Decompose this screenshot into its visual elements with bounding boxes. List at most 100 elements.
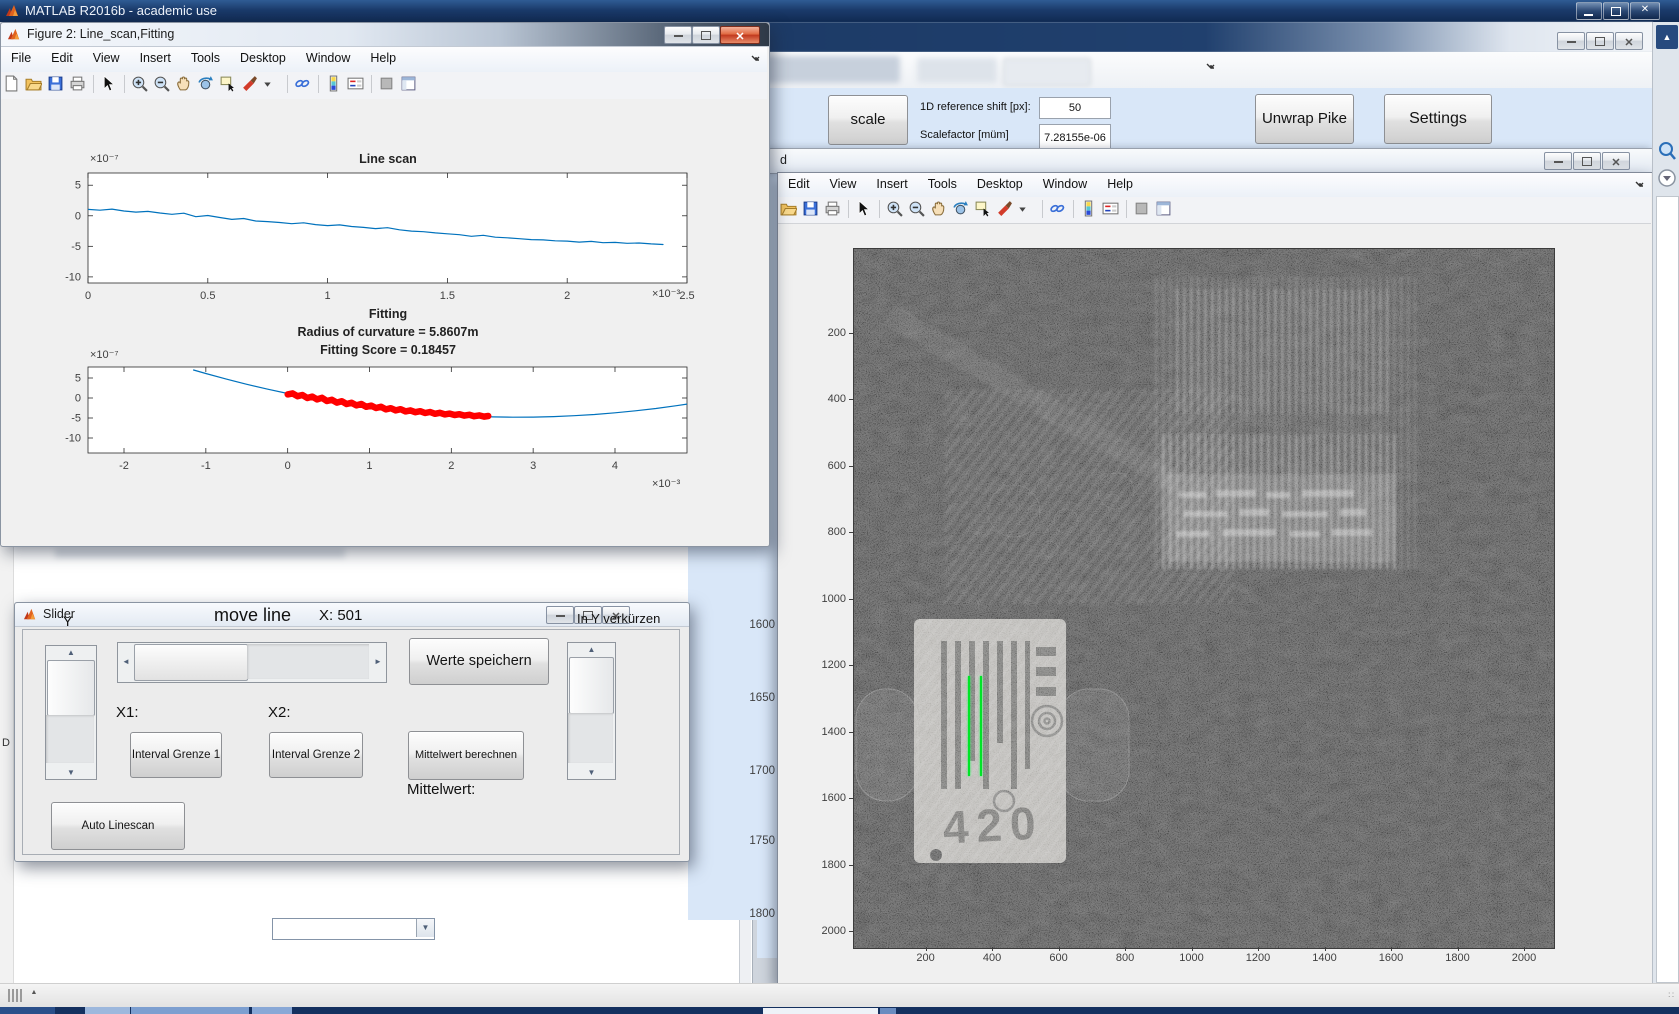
shorten-y-slider[interactable]: ▲ ▼ (567, 642, 616, 780)
zoom-out-icon[interactable] (153, 75, 172, 94)
image-window-close-button[interactable]: ✕ (1602, 152, 1630, 170)
menu-view[interactable]: View (83, 47, 130, 71)
taskbar-item[interactable] (880, 1008, 896, 1014)
werte-speichern-button[interactable]: Werte speichern (409, 638, 549, 685)
shorten-y-slider-track[interactable] (568, 713, 613, 763)
taskbar-item[interactable] (85, 1007, 130, 1014)
link-plots-icon[interactable] (294, 75, 313, 94)
data-cursor-icon[interactable] (219, 75, 238, 94)
rotate-3d-icon[interactable] (197, 75, 216, 94)
image-window-titlebar[interactable]: d ✕ (768, 148, 1654, 174)
interval-grenze1-button[interactable]: Interval Grenze 1 (130, 732, 222, 778)
mittelwert-berechnen-button[interactable]: Mittelwert berechnen (408, 731, 524, 780)
main-close-button[interactable]: ✕ (1630, 2, 1660, 20)
linescan-plot[interactable]: 5 0 -5 -10 0 0.5 1 1.5 2 2.5 (65, 160, 700, 305)
unwrap-pike-button[interactable]: Unwrap Pike (1255, 94, 1354, 144)
link-plots-icon[interactable] (1049, 200, 1068, 219)
fitting-plot[interactable]: 50-5-10-2 -1 0 1 2 3 4 (65, 360, 700, 510)
menu-desktop[interactable]: Desktop (230, 47, 296, 71)
hide-plot-tools-icon[interactable] (1133, 200, 1152, 219)
insert-colorbar-icon[interactable] (325, 75, 344, 94)
print-icon[interactable] (69, 75, 88, 94)
menu-tools[interactable]: Tools (918, 173, 967, 197)
circle-chevron-down-icon[interactable] (1657, 168, 1677, 188)
pan-hand-icon[interactable] (175, 75, 194, 94)
brush-icon[interactable] (241, 75, 260, 94)
interval-grenze2-button[interactable]: Interval Grenze 2 (269, 732, 363, 778)
ref-shift-input[interactable]: 50 (1039, 97, 1111, 119)
move-line-slider-thumb[interactable] (134, 644, 248, 681)
menu-window[interactable]: Window (296, 47, 360, 71)
figure2-close-button[interactable]: ✕ (720, 26, 760, 44)
arrow-cursor-icon[interactable] (100, 75, 119, 94)
dropdown-caret-icon[interactable] (263, 75, 282, 94)
linescan-marker-line[interactable] (968, 675, 971, 776)
insert-colorbar-icon[interactable] (1080, 200, 1099, 219)
move-line-slider[interactable]: ◄ ► (117, 642, 387, 683)
menu-tools[interactable]: Tools (181, 47, 230, 71)
taskbar-item[interactable] (131, 1007, 249, 1014)
figure2-maximize-button[interactable] (692, 26, 720, 44)
open-folder-icon[interactable] (25, 75, 44, 94)
slider-up-arrow-icon[interactable]: ▲ (46, 648, 96, 657)
scalefactor-input[interactable]: 7.28155e-06 (1039, 124, 1111, 150)
menu-insert[interactable]: Insert (130, 47, 181, 71)
arrow-cursor-icon[interactable] (855, 200, 874, 219)
search-icon[interactable] (1657, 140, 1677, 162)
taskbar-item[interactable] (252, 1007, 292, 1014)
slider-minimize-button[interactable] (546, 606, 574, 624)
settings-button[interactable]: Settings (1384, 94, 1492, 144)
y-slider-thumb[interactable] (47, 660, 95, 716)
menu-edit[interactable]: Edit (778, 173, 820, 197)
collapse-panel-icon[interactable]: ▲ (1656, 25, 1678, 49)
menu-file[interactable]: File (1, 47, 41, 71)
rotate-3d-icon[interactable] (952, 200, 971, 219)
show-plot-tools-icon[interactable] (400, 75, 419, 94)
new-doc-icon[interactable] (3, 75, 22, 94)
menu-insert[interactable]: Insert (866, 173, 917, 197)
image-window-minimize-button[interactable] (1544, 152, 1572, 170)
print-icon[interactable] (824, 200, 843, 219)
scale-button[interactable]: scale (828, 95, 908, 145)
windows-taskbar[interactable] (0, 1007, 1679, 1014)
brush-icon[interactable] (996, 200, 1015, 219)
insert-legend-icon[interactable] (347, 75, 366, 94)
y-slider[interactable]: ▲ ▼ (45, 645, 97, 780)
zoom-out-icon[interactable] (908, 200, 927, 219)
main-minimize-button[interactable] (1576, 2, 1602, 20)
taskbar-item-active[interactable] (763, 1008, 878, 1014)
menu-desktop[interactable]: Desktop (967, 173, 1033, 197)
shorten-y-slider-thumb[interactable] (569, 657, 614, 714)
slider-window[interactable]: Slider ✕ Y move line X: 501 In Y verkürz… (14, 602, 690, 862)
gui-maximize-button[interactable] (1586, 32, 1614, 50)
hide-plot-tools-icon[interactable] (378, 75, 397, 94)
taskbar-start-area[interactable] (0, 1007, 55, 1014)
camera-image[interactable]: 420 (853, 248, 1555, 949)
linescan-marker-line[interactable] (980, 675, 983, 776)
figure2-minimize-button[interactable] (664, 26, 692, 44)
data-cursor-icon[interactable] (974, 200, 993, 219)
auto-linescan-button[interactable]: Auto Linescan (51, 802, 185, 850)
menu-help[interactable]: Help (360, 47, 406, 71)
open-folder-icon[interactable] (780, 200, 799, 219)
slider-left-arrow-icon[interactable]: ◄ (120, 657, 132, 666)
sidebar-scrollbar[interactable] (1656, 196, 1679, 983)
history-dropdown[interactable]: ▼ (272, 918, 435, 940)
statusbar-grip-icon[interactable]: ▲ (8, 989, 37, 1007)
pan-hand-icon[interactable] (930, 200, 949, 219)
menubar-overflow-icon[interactable] (1634, 180, 1645, 190)
menu-help[interactable]: Help (1097, 173, 1143, 197)
menu-view[interactable]: View (820, 173, 867, 197)
show-plot-tools-icon[interactable] (1155, 200, 1174, 219)
y-slider-track[interactable] (46, 715, 94, 763)
dropdown-arrow-icon[interactable]: ▼ (416, 919, 434, 937)
slider-down-arrow-icon[interactable]: ▼ (46, 768, 96, 777)
menubar-overflow-icon[interactable] (750, 54, 761, 64)
image-window-maximize-button[interactable] (1573, 152, 1601, 170)
save-icon[interactable] (47, 75, 66, 94)
zoom-in-icon[interactable] (131, 75, 150, 94)
menu-edit[interactable]: Edit (41, 47, 83, 71)
menu-window[interactable]: Window (1033, 173, 1097, 197)
dropdown-caret-icon[interactable] (1018, 200, 1037, 219)
insert-legend-icon[interactable] (1102, 200, 1121, 219)
